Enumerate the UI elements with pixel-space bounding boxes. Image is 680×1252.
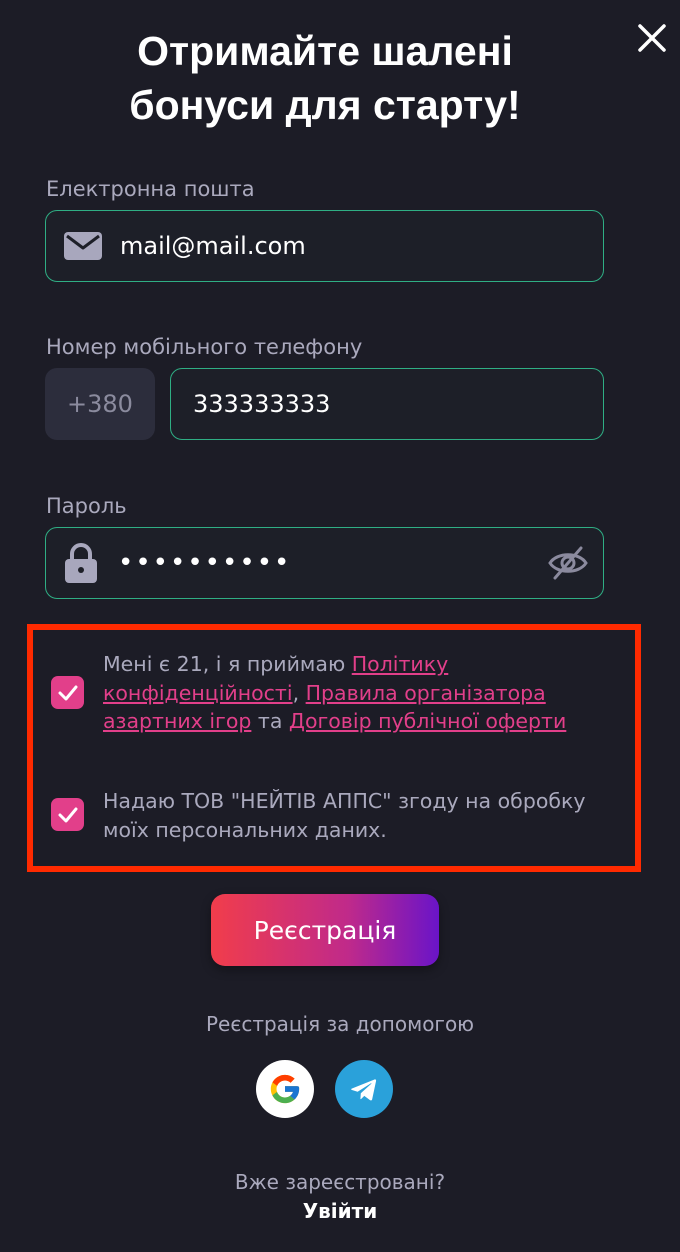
- comma: ,: [292, 680, 306, 705]
- phone-value: 333333333: [193, 390, 331, 418]
- email-field[interactable]: mail@mail.com: [45, 210, 604, 282]
- and-word: та: [251, 709, 289, 733]
- google-signin-button[interactable]: [256, 1060, 314, 1118]
- age-consent-prefix: Мені є 21, і я приймаю: [103, 652, 352, 676]
- page-title: Отримайте шалені бонуси для старту!: [70, 24, 580, 132]
- mail-icon: [64, 232, 102, 260]
- password-value: ••••••••••: [118, 548, 292, 578]
- data-consent-checkbox[interactable]: [51, 798, 84, 831]
- email-value: mail@mail.com: [120, 232, 306, 260]
- password-field[interactable]: ••••••••••: [45, 527, 604, 599]
- checkmark-icon: [58, 807, 77, 822]
- age-consent-checkbox[interactable]: [51, 676, 84, 709]
- lock-icon: [65, 543, 97, 583]
- title-line-1: Отримайте шалені: [137, 28, 513, 74]
- login-link[interactable]: Увійти: [0, 1199, 680, 1223]
- email-label: Електронна пошта: [46, 177, 255, 201]
- phone-prefix: +380: [45, 368, 155, 440]
- google-icon: [270, 1074, 300, 1104]
- phone-field[interactable]: 333333333: [170, 368, 604, 440]
- phone-label: Номер мобільного телефону: [46, 335, 363, 359]
- password-label: Пароль: [46, 494, 127, 518]
- social-caption: Реєстрація за допомогою: [205, 1012, 475, 1036]
- public-offer-link[interactable]: Договір публічної оферти: [289, 709, 566, 733]
- title-line-2: бонуси для старту!: [129, 82, 521, 128]
- registration-page: Отримайте шалені бонуси для старту! Елек…: [0, 0, 680, 1252]
- data-consent-text: Надаю ТОВ "НЕЙТІВ АППС" згоду на обробку…: [103, 789, 586, 842]
- already-registered-text: Вже зареєстровані?: [234, 1170, 446, 1194]
- close-icon[interactable]: [634, 20, 670, 56]
- checkmark-icon: [58, 685, 77, 700]
- telegram-icon: [351, 1079, 377, 1101]
- register-button[interactable]: Реєстрація: [211, 894, 439, 966]
- telegram-signin-button[interactable]: [335, 1060, 393, 1118]
- eye-off-icon[interactable]: [547, 542, 589, 584]
- age-consent-text: Мені є 21, і я приймаю Політику конфіден…: [103, 650, 603, 736]
